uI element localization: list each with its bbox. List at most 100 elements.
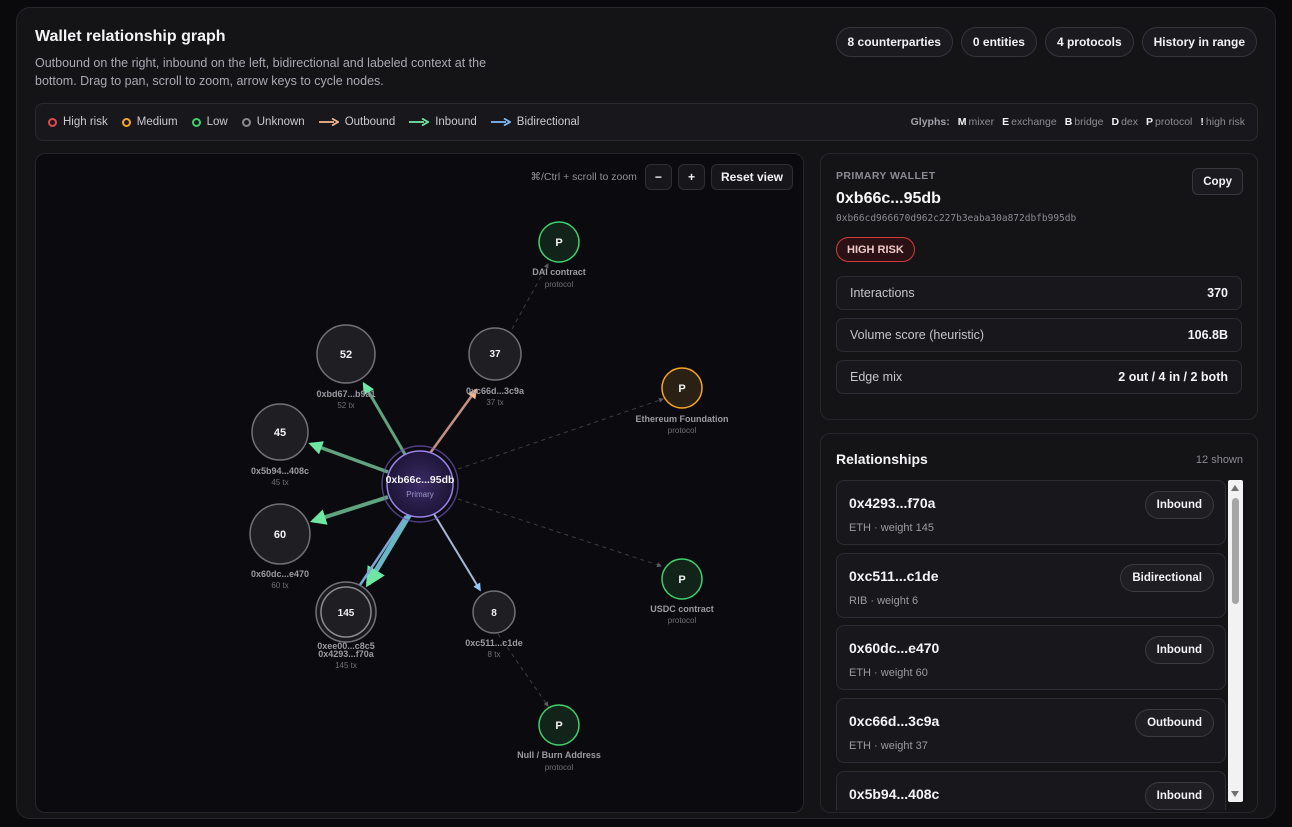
primary-wallet-card: PRIMARY WALLET 0xb66c...95db 0xb66cd9666… [820, 153, 1258, 420]
relationships-scrollbar[interactable] [1228, 480, 1243, 802]
legend-medium: Medium [121, 116, 178, 128]
zoom-hint: ⌘/Ctrl + scroll to zoom [530, 171, 637, 183]
node-usdc-contract[interactable]: P USDC contract protocol [650, 558, 714, 625]
svg-text:0xb66c...95db: 0xb66c...95db [386, 474, 455, 486]
svg-text:USDC contract: USDC contract [650, 604, 714, 614]
legend-outbound: Outbound [318, 116, 395, 128]
graph-svg[interactable]: 52 0xbd67...b9a1 52 tx 37 0xc66d...3c9a … [36, 154, 804, 813]
summary-pills: 8 counterparties 0 entities 4 protocols … [835, 27, 1257, 57]
legend-bar: High risk Medium Low Unknown Outbound In… [35, 103, 1258, 141]
direction-tag: Inbound [1144, 636, 1214, 664]
glyph-bridge: Bbridge [1064, 116, 1104, 128]
svg-text:145: 145 [338, 608, 355, 619]
wallet-graph-panel: Wallet relationship graph Outbound on th… [16, 7, 1276, 819]
svg-text:0xc66d...3c9a: 0xc66d...3c9a [466, 386, 525, 396]
zoom-out-button[interactable]: − [644, 164, 672, 190]
direction-tag: Bidirectional [1120, 564, 1214, 592]
edge-outbound-c66d [426, 388, 478, 457]
dashed-link-center-usdc [457, 498, 662, 568]
graph-toolbar: ⌘/Ctrl + scroll to zoom − + Reset view [530, 164, 793, 190]
legend-inbound: Inbound [409, 116, 477, 128]
history-range-pill[interactable]: History in range [1141, 27, 1257, 57]
direction-tag: Inbound [1144, 782, 1214, 810]
glyph-mixer: Mmixer [957, 116, 995, 128]
svg-text:0x60dc...e470: 0x60dc...e470 [251, 569, 309, 579]
svg-text:P: P [555, 720, 562, 732]
risk-badge: HIGH RISK [836, 237, 915, 262]
relationships-count: 12 shown [1195, 454, 1243, 466]
svg-text:8: 8 [491, 608, 497, 619]
scroll-down-icon[interactable] [1231, 791, 1239, 797]
reset-view-button[interactable]: Reset view [710, 164, 793, 190]
edge-inbound-5b94 [308, 441, 389, 474]
node-c511[interactable]: 8 0xc511...c1de 8 tx [465, 590, 523, 659]
relationships-list[interactable]: 0x4293...f70a ETH · weight 145 Inbound 0… [836, 480, 1226, 810]
svg-text:P: P [678, 383, 685, 395]
svg-text:37: 37 [489, 349, 501, 360]
stat-edge-mix: Edge mix 2 out / 4 in / 2 both [836, 360, 1242, 394]
node-bd67[interactable]: 52 0xbd67...b9a1 52 tx [316, 324, 376, 410]
legend-low: Low [191, 116, 228, 128]
edge-bidirectional-ee00 [352, 515, 408, 596]
page-title: Wallet relationship graph [35, 28, 226, 45]
edge-inbound-60dc [309, 495, 389, 525]
svg-text:145 tx: 145 tx [335, 661, 357, 670]
node-primary-wallet[interactable]: 0xb66c...95db Primary [381, 445, 459, 523]
relationship-item[interactable]: 0x4293...f70a ETH · weight 145 Inbound [836, 480, 1226, 545]
primary-wallet-full-address: 0xb66cd966670d962c227b3eaba30a872dbfb995… [836, 213, 1077, 224]
glyph-high-risk: ! high risk [1200, 116, 1245, 128]
glyph-protocol: Pprotocol [1146, 116, 1193, 128]
scroll-up-icon[interactable] [1231, 485, 1239, 491]
node-ethereum-foundation[interactable]: P Ethereum Foundation protocol [636, 367, 729, 435]
relationship-item[interactable]: 0xc511...c1de RIB · weight 6 Bidirection… [836, 553, 1226, 618]
counterparties-pill[interactable]: 8 counterparties [835, 27, 953, 57]
node-60dc[interactable]: 60 0x60dc...e470 60 tx [249, 503, 311, 590]
glyph-exchange: Eexchange [1002, 116, 1057, 128]
svg-text:P: P [555, 237, 562, 249]
edge-inbound-4293 [365, 512, 413, 588]
svg-text:protocol: protocol [545, 763, 574, 772]
glyph-legend: Glyphs: Mmixer Eexchange Bbridge Ddex Pp… [911, 116, 1245, 128]
svg-text:8 tx: 8 tx [488, 650, 501, 659]
legend-high-risk: High risk [48, 116, 108, 128]
svg-text:protocol: protocol [668, 616, 697, 625]
svg-text:DAI contract: DAI contract [532, 267, 586, 277]
svg-text:0xbd67...b9a1: 0xbd67...b9a1 [316, 389, 375, 399]
scroll-thumb[interactable] [1232, 498, 1239, 604]
svg-text:0xc511...c1de: 0xc511...c1de [465, 638, 523, 648]
svg-text:0x5b94...408c: 0x5b94...408c [251, 466, 309, 476]
relationship-item[interactable]: 0x60dc...e470 ETH · weight 60 Inbound [836, 625, 1226, 690]
relationship-item[interactable]: 0xc66d...3c9a ETH · weight 37 Outbound [836, 698, 1226, 763]
relationship-item[interactable]: 0x5b94...408c Inbound [836, 771, 1226, 810]
protocols-pill[interactable]: 4 protocols [1044, 27, 1134, 57]
bidirectional-arrow-icon [490, 118, 511, 126]
medium-ring-icon [121, 117, 131, 127]
node-null-burn-address[interactable]: P Null / Burn Address protocol [517, 704, 601, 772]
direction-tag: Inbound [1144, 491, 1214, 519]
legend-bidirectional: Bidirectional [490, 116, 579, 128]
svg-text:Ethereum Foundation: Ethereum Foundation [636, 414, 729, 424]
svg-text:60 tx: 60 tx [271, 581, 288, 590]
legend-unknown: Unknown [241, 116, 305, 128]
copy-button[interactable]: Copy [1192, 168, 1243, 195]
stat-interactions: Interactions 370 [836, 276, 1242, 310]
svg-text:protocol: protocol [545, 280, 574, 289]
node-5b94[interactable]: 45 0x5b94...408c 45 tx [251, 403, 309, 487]
zoom-in-button[interactable]: + [677, 164, 705, 190]
svg-text:45: 45 [274, 427, 286, 439]
primary-wallet-label: PRIMARY WALLET [836, 170, 936, 182]
entities-pill[interactable]: 0 entities [960, 27, 1037, 57]
direction-tag: Outbound [1135, 709, 1214, 737]
primary-wallet-short: 0xb66c...95db [836, 190, 941, 207]
edge-bidirectional-c511 [433, 513, 481, 592]
page-subtitle: Outbound on the right, inbound on the le… [35, 56, 487, 88]
svg-text:protocol: protocol [668, 426, 697, 435]
relationships-card: Relationships 12 shown 0x4293...f70a ETH… [820, 433, 1258, 813]
stat-volume-score: Volume score (heuristic) 106.8B [836, 318, 1242, 352]
svg-text:60: 60 [274, 529, 286, 541]
node-c66d[interactable]: 37 0xc66d...3c9a 37 tx [466, 327, 525, 407]
glyph-dex: Ddex [1111, 116, 1139, 128]
svg-text:52 tx: 52 tx [337, 401, 354, 410]
svg-text:P: P [678, 574, 685, 586]
graph-canvas[interactable]: 52 0xbd67...b9a1 52 tx 37 0xc66d...3c9a … [35, 153, 804, 813]
